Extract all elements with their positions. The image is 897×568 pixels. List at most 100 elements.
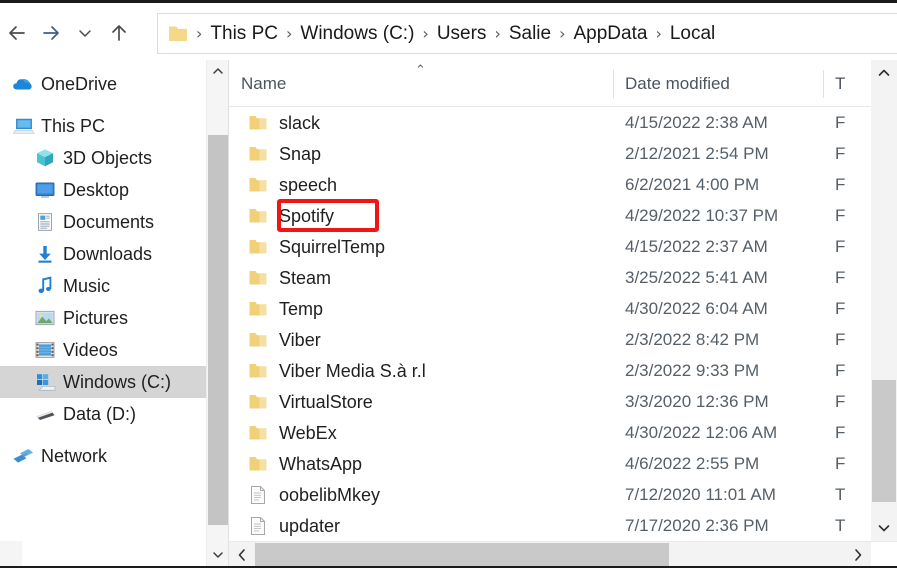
sidebar-item-list: OneDrive This PC 3D Objects Desktop Document…	[0, 68, 228, 472]
up-one-level-button[interactable]	[102, 16, 136, 50]
file-type: F	[835, 393, 846, 410]
folder-icon	[249, 115, 267, 129]
folder-icon	[243, 300, 273, 318]
file-date-modified: 7/17/2020 2:36 PM	[625, 516, 769, 535]
file-date-modified: 4/29/2022 10:37 PM	[625, 206, 779, 225]
folder-icon	[249, 301, 267, 315]
sidebar-scroll-corner	[0, 541, 22, 566]
scroll-corner	[871, 542, 897, 566]
onedrive-cloud-icon	[10, 75, 36, 93]
hscroll-thumb[interactable]	[255, 543, 669, 566]
folder-icon	[249, 332, 267, 346]
folder-icon	[249, 394, 267, 408]
column-header-type[interactable]: T	[823, 60, 845, 107]
table-row[interactable]: Temp 4/30/2022 6:04 AM F	[229, 293, 897, 324]
sidebar-item-3d-objects[interactable]: 3D Objects	[0, 142, 228, 174]
file-list-vertical-scrollbar[interactable]	[871, 60, 897, 541]
file-list-scroll-up-button[interactable]	[871, 60, 897, 86]
3d-objects-icon	[32, 148, 58, 168]
file-list-scroll-thumb[interactable]	[872, 380, 896, 502]
hscroll-left-button[interactable]	[229, 542, 255, 566]
file-date-modified: 2/12/2021 2:54 PM	[625, 144, 769, 163]
breadcrumb-item[interactable]: AppData	[569, 22, 653, 45]
sidebar-item-this-pc[interactable]: This PC	[0, 110, 228, 142]
breadcrumb-item[interactable]: Windows (C:)	[295, 22, 419, 45]
file-type: F	[835, 176, 846, 193]
file-list-pane: Name ⌃ Date modified T slack 4/15/2022 2:…	[228, 60, 897, 566]
sidebar-vertical-scrollbar[interactable]	[206, 60, 228, 566]
file-name: Steam	[279, 267, 332, 288]
folder-icon	[167, 24, 189, 44]
address-bar[interactable]: › This PC › Windows (C:) › Users › Salie › AppDat…	[157, 13, 897, 54]
table-row[interactable]: Steam 3/25/2022 5:41 AM F	[229, 262, 897, 293]
table-row[interactable]: Snap 2/12/2021 2:54 PM F	[229, 138, 897, 169]
sidebar-item-label: OneDrive	[41, 74, 118, 94]
sidebar-item-data-d[interactable]: Data (D:)	[0, 398, 228, 430]
arrow-left-icon	[9, 26, 25, 40]
file-list-horizontal-scrollbar[interactable]	[229, 541, 897, 566]
file-name: VirtualStore	[279, 391, 373, 412]
documents-icon	[32, 212, 58, 232]
table-row[interactable]: speech 6/2/2021 4:00 PM F	[229, 169, 897, 200]
sidebar-item-desktop[interactable]: Desktop	[0, 174, 228, 206]
sidebar-scroll-thumb[interactable]	[208, 135, 228, 525]
back-button[interactable]	[0, 16, 34, 50]
chevron-down-icon	[213, 552, 223, 558]
table-row[interactable]: WhatsApp 4/6/2022 2:55 PM F	[229, 448, 897, 479]
file-list-scroll-down-button[interactable]	[871, 515, 897, 541]
sidebar-item-label: Data (D:)	[63, 404, 137, 424]
folder-icon	[243, 362, 273, 380]
table-row[interactable]: SquirrelTemp 4/15/2022 2:37 AM F	[229, 231, 897, 262]
file-date-modified: 2/3/2022 8:42 PM	[625, 330, 760, 349]
column-header-date-modified[interactable]: Date modified	[613, 60, 730, 107]
sidebar-item-network[interactable]: Network	[0, 440, 228, 472]
sidebar-item-music[interactable]: Music	[0, 270, 228, 302]
file-type: F	[835, 114, 846, 131]
file-name: updater	[279, 515, 341, 536]
sidebar-item-documents[interactable]: Documents	[0, 206, 228, 238]
table-row[interactable]: VirtualStore 3/3/2020 12:36 PM F	[229, 386, 897, 417]
recent-locations-button[interactable]	[68, 16, 102, 50]
sidebar-item-downloads[interactable]: Downloads	[0, 238, 228, 270]
table-row[interactable]: updater 7/17/2020 2:36 PM T	[229, 510, 897, 541]
forward-button[interactable]	[34, 16, 68, 50]
breadcrumb-separator: ›	[196, 23, 203, 43]
file-date-modified: 4/6/2022 2:55 PM	[625, 454, 760, 473]
pictures-icon	[35, 310, 55, 326]
arrow-right-icon	[43, 26, 59, 40]
sidebar-scroll-down-button[interactable]	[207, 544, 228, 566]
table-row[interactable]: Viber 2/3/2022 8:42 PM F	[229, 324, 897, 355]
breadcrumb-item[interactable]: This PC	[205, 22, 283, 45]
breadcrumb-separator: ›	[655, 23, 662, 43]
desktop-icon	[35, 182, 55, 198]
sidebar-item-videos[interactable]: Videos	[0, 334, 228, 366]
folder-icon	[249, 363, 267, 377]
hscroll-right-button[interactable]	[845, 542, 871, 566]
file-type: F	[835, 362, 846, 379]
file-type: F	[835, 207, 846, 224]
table-row[interactable]: Viber Media S.à r.l 2/3/2022 9:33 PM F	[229, 355, 897, 386]
sidebar-item-pictures[interactable]: Pictures	[0, 302, 228, 334]
table-row[interactable]: slack 4/15/2022 2:38 AM F	[229, 107, 897, 138]
column-header-name[interactable]: Name	[229, 60, 286, 107]
table-row[interactable]: WebEx 4/30/2022 12:06 AM F	[229, 417, 897, 448]
file-icon	[243, 485, 273, 505]
table-row[interactable]: oobelibMkey 7/12/2020 11:01 AM T	[229, 479, 897, 510]
file-type: F	[835, 269, 846, 286]
downloads-icon	[32, 244, 58, 264]
folder-icon	[243, 238, 273, 256]
sidebar-scroll-up-button[interactable]	[207, 60, 228, 82]
sidebar-item-onedrive[interactable]: OneDrive	[0, 68, 228, 100]
folder-icon	[249, 239, 267, 253]
breadcrumb-item[interactable]: Local	[665, 22, 720, 45]
breadcrumb-item[interactable]: Users	[432, 22, 492, 45]
file-type: F	[835, 145, 846, 162]
folder-icon	[243, 455, 273, 473]
table-row[interactable]: Spotify 4/29/2022 10:37 PM F	[229, 200, 897, 231]
file-icon	[243, 516, 273, 536]
music-icon	[32, 276, 58, 296]
breadcrumb-item[interactable]: Salie	[504, 22, 556, 45]
sidebar-item-windows-c[interactable]: Windows (C:)	[0, 366, 228, 398]
desktop-icon	[32, 180, 58, 200]
file-name: SquirrelTemp	[279, 236, 386, 257]
